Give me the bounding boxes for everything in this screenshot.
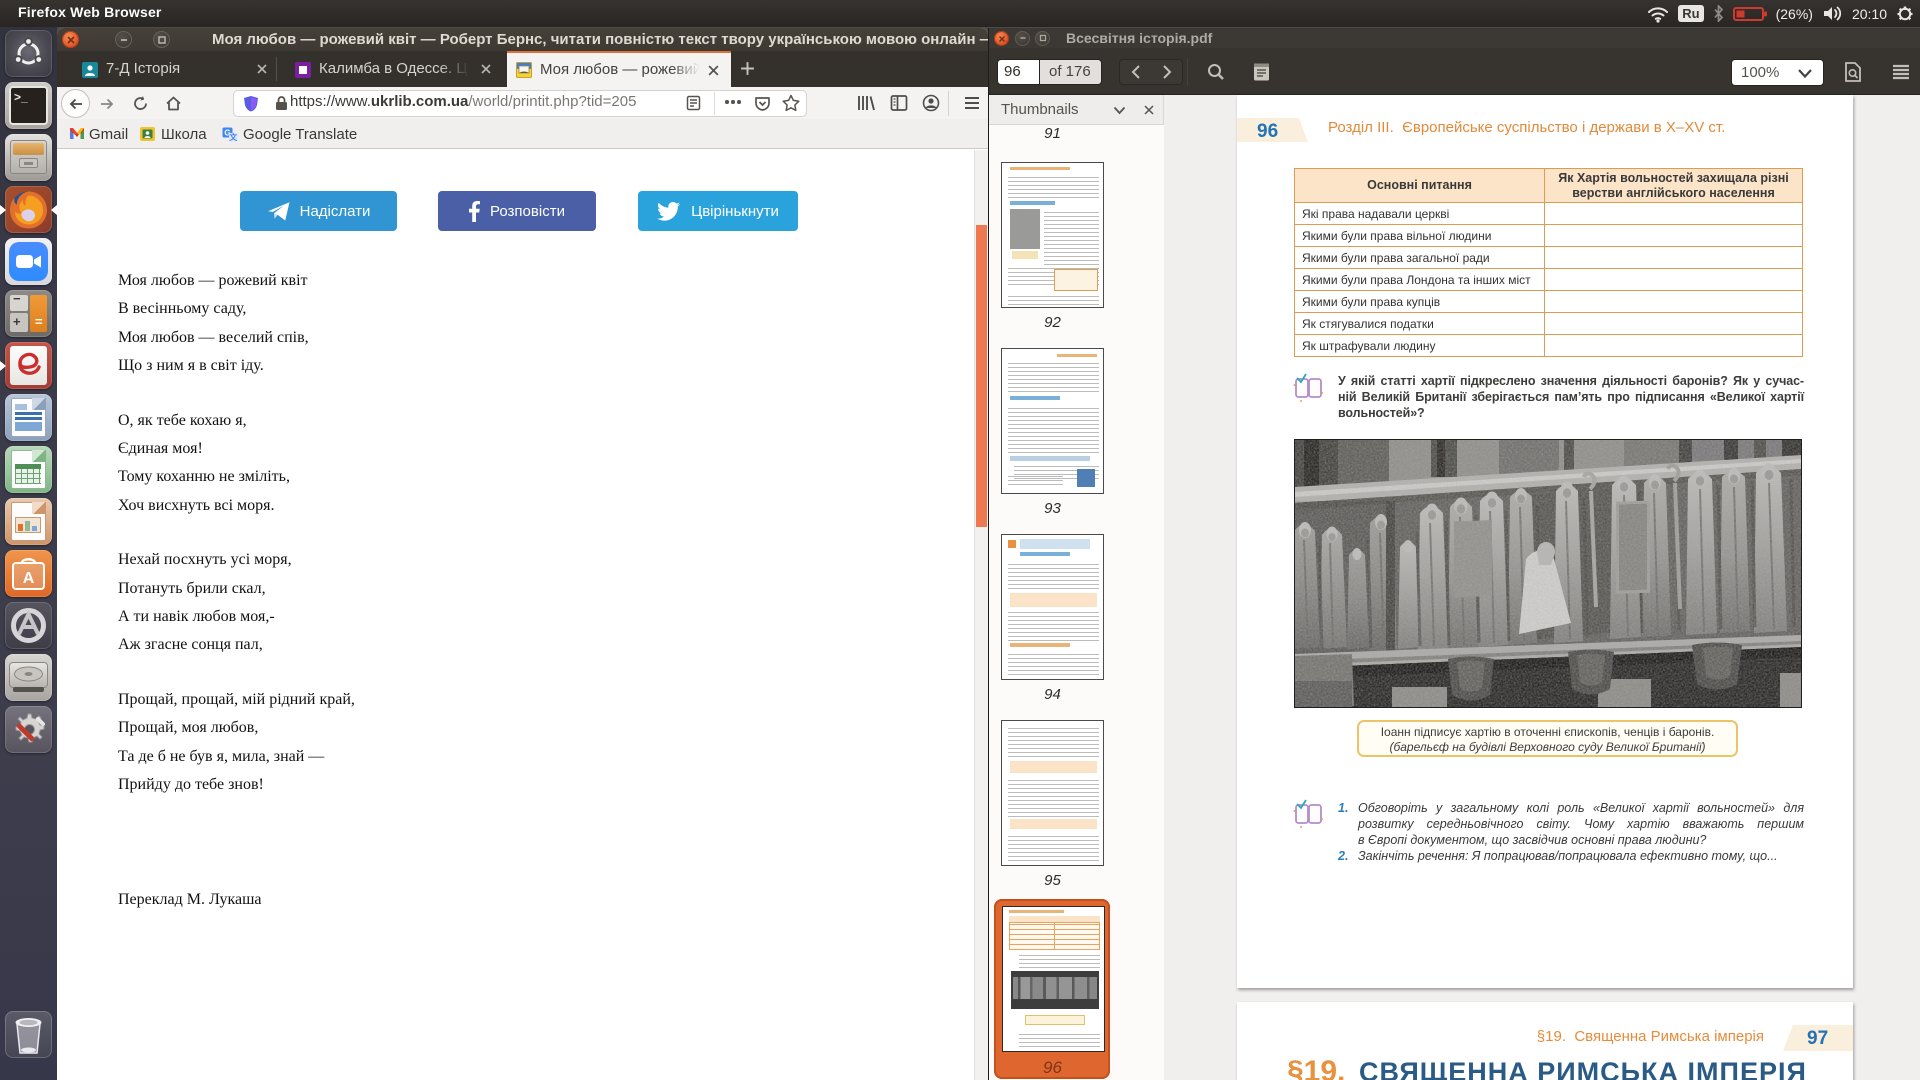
svg-text:A: A	[23, 570, 35, 587]
svg-text:文: 文	[229, 132, 238, 142]
